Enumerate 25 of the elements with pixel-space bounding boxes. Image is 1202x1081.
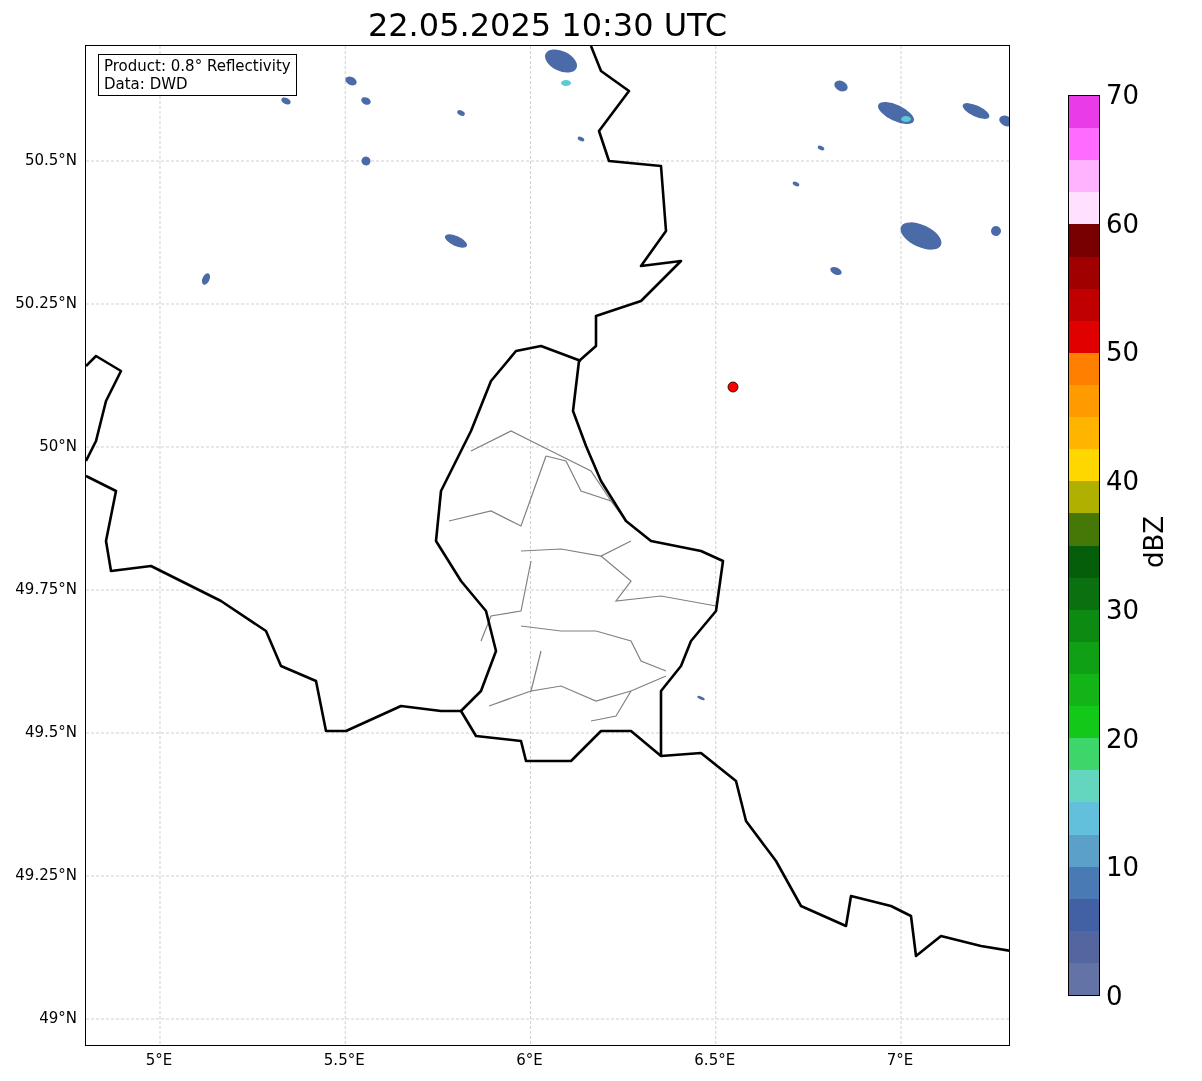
colorbar-label: dBZ — [1139, 515, 1170, 569]
y-tick-label: 49.25°N — [15, 866, 77, 884]
colorbar-tick-label: 20 — [1106, 723, 1140, 754]
y-tick-label: 50°N — [39, 437, 77, 455]
x-tick-label: 6.5°E — [693, 1051, 737, 1069]
colorbar-tick-label: 60 — [1106, 208, 1140, 239]
legend-text: Data: DWD — [104, 75, 189, 93]
colorbar-tick-label: 50 — [1106, 337, 1140, 368]
colorbar-tick-label: 30 — [1106, 594, 1140, 625]
y-tick-label: 49.75°N — [15, 580, 77, 598]
chart-title: 22.05.2025 10:30 UTC — [367, 5, 728, 45]
x-tick-label: 5.5°E — [322, 1051, 366, 1069]
y-tick-label: 49°N — [39, 1009, 77, 1027]
x-tick-label: 5°E — [144, 1051, 174, 1069]
x-tick-label: 7°E — [885, 1051, 915, 1069]
colorbar-tick-label: 10 — [1106, 852, 1140, 883]
legend-text: Product: 0.8° Reflectivity — [104, 57, 291, 75]
y-tick-label: 50.25°N — [15, 294, 77, 312]
x-tick-label: 6°E — [515, 1051, 544, 1069]
colorbar-tick-label: 0 — [1106, 981, 1123, 1011]
y-tick-label: 50.5°N — [24, 151, 77, 169]
colorbar-tick-label: 70 — [1106, 80, 1140, 110]
colorbar-tick-label: 40 — [1106, 466, 1140, 497]
y-tick-label: 49.5°N — [24, 723, 77, 741]
location-marker — [727, 381, 739, 393]
